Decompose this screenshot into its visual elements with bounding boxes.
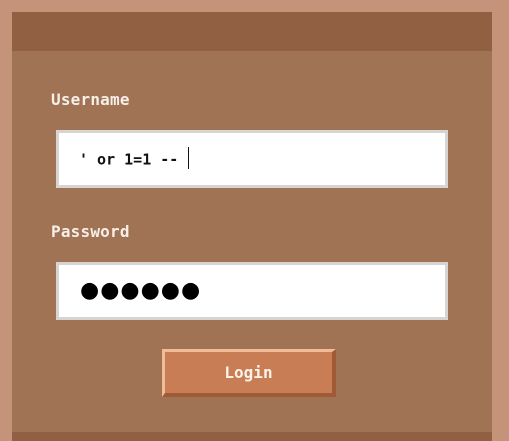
- text-cursor: [188, 147, 190, 169]
- title-bar: [12, 12, 492, 51]
- login-window: Username ' or 1=1 -- Password ●●●●●● Log…: [12, 12, 492, 441]
- username-field[interactable]: ' or 1=1 --: [56, 130, 448, 188]
- password-field[interactable]: ●●●●●●: [56, 262, 448, 320]
- login-button[interactable]: Login: [162, 349, 336, 397]
- bottom-bar: [12, 432, 492, 441]
- password-mask: ●●●●●●: [80, 278, 202, 303]
- password-label: Password: [51, 222, 130, 241]
- username-value: ' or 1=1 --: [79, 150, 179, 169]
- username-label: Username: [51, 90, 130, 109]
